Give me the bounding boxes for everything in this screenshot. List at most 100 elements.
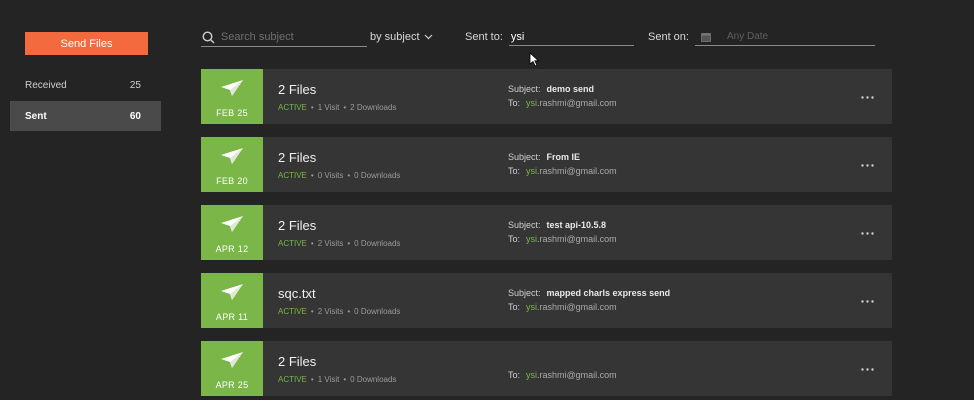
subject-label: Subject: <box>508 288 541 298</box>
separator-dot: • <box>310 103 314 112</box>
subject-value: From IE <box>546 152 581 162</box>
subject-value: mapped charls express send <box>546 288 671 298</box>
separator-dot: • <box>343 375 347 384</box>
paper-plane-icon <box>220 79 244 102</box>
more-options-button[interactable] <box>860 225 874 237</box>
status-badge: ACTIVE <box>278 103 307 112</box>
date-tile: APR 11 <box>201 273 263 328</box>
transfer-title: 2 Files <box>278 354 317 369</box>
subject-label: Subject: <box>508 84 541 94</box>
sent-to-field-wrap <box>508 28 634 46</box>
sidebar-item-sent[interactable]: Sent 60 <box>10 101 161 131</box>
app-root: Send Files Received 25 Sent 60 by subjec… <box>0 0 974 400</box>
visit-count: 1 Visit <box>317 103 340 112</box>
paper-plane-icon <box>220 147 244 170</box>
transfer-date: APR 11 <box>215 312 249 322</box>
transfer-row[interactable]: FEB 25 2 Files ACTIVE • 1 Visit • 2 Down… <box>201 69 892 124</box>
subject-search <box>201 28 367 47</box>
transfer-info: Subject: mapped charls express send To: ys… <box>508 288 670 316</box>
transfer-row[interactable]: APR 25 2 Files ACTIVE • 1 Visit • 0 Down… <box>201 341 892 396</box>
transfer-meta: ACTIVE • 1 Visit • 2 Downloads <box>278 103 396 112</box>
transfer-info: Subject: From IE To: ysi.rashmi@gmail.com <box>508 152 617 180</box>
calendar-icon[interactable] <box>701 32 711 42</box>
sidebar-item-received[interactable]: Received 25 <box>10 70 161 100</box>
sent-to-filter: Sent to: <box>465 28 634 46</box>
recipient-rest: .rashmi@gmail.com <box>537 370 617 380</box>
subject-label: Subject: <box>508 152 541 162</box>
status-badge: ACTIVE <box>278 307 307 316</box>
to-label: To: <box>508 166 521 176</box>
search-input[interactable] <box>218 30 367 44</box>
visit-count: 0 Visits <box>317 171 344 180</box>
transfer-row[interactable]: APR 11 sqc.txt ACTIVE • 2 Visits • 0 Dow… <box>201 273 892 328</box>
download-count: 0 Downloads <box>354 239 401 248</box>
recipient-rest: .rashmi@gmail.com <box>537 302 617 312</box>
recipient-rest: .rashmi@gmail.com <box>537 98 617 108</box>
transfer-meta: ACTIVE • 0 Visits • 0 Downloads <box>278 171 400 180</box>
recipient-rest: .rashmi@gmail.com <box>537 166 617 176</box>
more-options-button[interactable] <box>860 293 874 305</box>
subject-line: Subject: test api-10.5.8 <box>508 220 617 230</box>
send-files-button[interactable]: Send Files <box>25 32 148 55</box>
sent-to-label: Sent to: <box>465 31 503 43</box>
date-tile: FEB 25 <box>201 69 263 124</box>
sent-on-filter: Sent on: <box>648 28 875 46</box>
sidebar-item-count: 25 <box>129 79 141 91</box>
subject-value: test api-10.5.8 <box>546 220 607 230</box>
to-label: To: <box>508 370 521 380</box>
subject-value: demo send <box>546 84 595 94</box>
search-icon <box>201 29 217 45</box>
separator-dot: • <box>347 171 351 180</box>
more-options-button[interactable] <box>860 89 874 101</box>
sort-select[interactable]: by subject <box>370 31 433 43</box>
transfer-main: 2 Files ACTIVE • 1 Visit • 2 Downloads <box>278 82 396 112</box>
to-label: To: <box>508 234 521 244</box>
recipient-match: ysi <box>526 370 538 380</box>
transfer-date: APR 12 <box>215 244 249 254</box>
status-badge: ACTIVE <box>278 239 307 248</box>
transfer-main: sqc.txt ACTIVE • 2 Visits • 0 Downloads <box>278 286 400 316</box>
transfer-main: 2 Files ACTIVE • 0 Visits • 0 Downloads <box>278 150 400 180</box>
sent-to-input[interactable] <box>508 29 633 44</box>
transfer-date: APR 25 <box>215 380 249 390</box>
recipient-rest: .rashmi@gmail.com <box>537 234 617 244</box>
transfer-meta: ACTIVE • 2 Visits • 0 Downloads <box>278 307 400 316</box>
status-badge: ACTIVE <box>278 171 307 180</box>
date-input[interactable] <box>724 30 869 43</box>
more-options-button[interactable] <box>860 157 874 169</box>
more-options-button[interactable] <box>860 361 874 373</box>
recipient-match: ysi <box>526 234 538 244</box>
transfer-date: FEB 20 <box>216 176 248 186</box>
transfer-row[interactable]: APR 12 2 Files ACTIVE • 2 Visits • 0 Dow… <box>201 205 892 260</box>
recipient-match: ysi <box>526 302 538 312</box>
chevron-down-icon <box>424 31 433 43</box>
recipient-match: ysi <box>526 166 538 176</box>
transfer-info: Subject: demo send To: ysi.rashmi@gmail.co… <box>508 84 617 112</box>
download-count: 0 Downloads <box>354 171 401 180</box>
transfer-info: Subject: test api-10.5.8 To: ysi.rashmi@gm… <box>508 220 617 248</box>
separator-dot: • <box>310 171 314 180</box>
separator-dot: • <box>347 307 351 316</box>
transfer-title: 2 Files <box>278 218 317 233</box>
visit-count: 2 Visits <box>317 239 344 248</box>
subject-label: Subject: <box>508 220 541 230</box>
transfer-title: 2 Files <box>278 150 317 165</box>
recipient-line: To: ysi.rashmi@gmail.com <box>508 166 617 176</box>
transfer-date: FEB 25 <box>216 108 248 118</box>
subject-line: Subject: demo send <box>508 84 617 94</box>
more-dots-icon <box>860 222 874 240</box>
transfer-row[interactable]: FEB 20 2 Files ACTIVE • 0 Visits • 0 Dow… <box>201 137 892 192</box>
transfer-meta: ACTIVE • 2 Visits • 0 Downloads <box>278 239 400 248</box>
transfer-list: FEB 25 2 Files ACTIVE • 1 Visit • 2 Down… <box>201 69 892 400</box>
date-tile: APR 25 <box>201 341 263 396</box>
recipient-line: To: ysi.rashmi@gmail.com <box>508 234 617 244</box>
visit-count: 2 Visits <box>317 307 344 316</box>
visit-count: 1 Visit <box>317 375 340 384</box>
separator-dot: • <box>347 239 351 248</box>
sidebar-item-count: 60 <box>129 110 141 122</box>
download-count: 0 Downloads <box>354 307 401 316</box>
more-dots-icon <box>860 358 874 376</box>
paper-plane-icon <box>220 215 244 238</box>
download-count: 2 Downloads <box>350 103 397 112</box>
transfer-main: 2 Files ACTIVE • 2 Visits • 0 Downloads <box>278 218 400 248</box>
